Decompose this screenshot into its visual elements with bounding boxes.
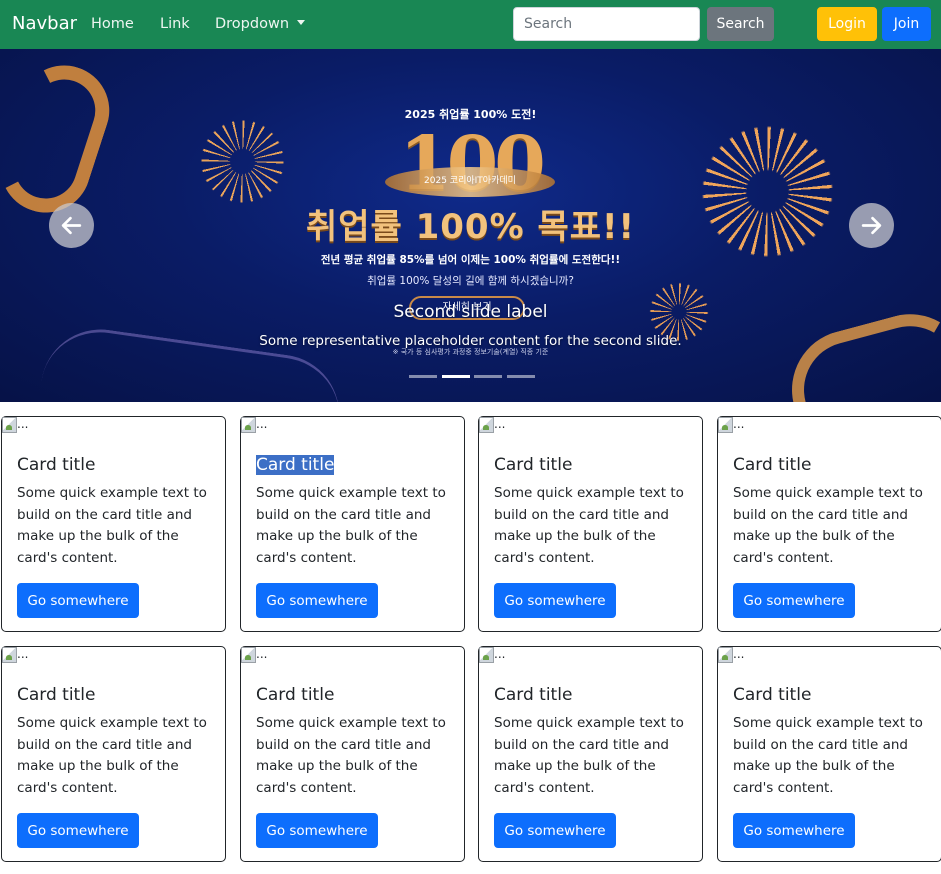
- caret-down-icon: [297, 20, 306, 25]
- card-image-broken: ...: [718, 417, 744, 437]
- carousel-indicator-active[interactable]: [442, 375, 470, 378]
- card-text: Some quick example text to build on the …: [17, 485, 207, 566]
- card-image-alt: ...: [733, 417, 745, 431]
- carousel-indicators: [409, 375, 535, 379]
- card-image-broken: ...: [479, 417, 505, 437]
- broken-image-icon: [2, 417, 17, 433]
- card-image-alt: ...: [17, 417, 29, 431]
- promo-headline: 취업률 100% 목표!!: [305, 207, 636, 247]
- login-button[interactable]: Login: [817, 7, 877, 41]
- card-image-broken: ...: [2, 417, 28, 437]
- card: ... Card title Some quick example text t…: [717, 646, 941, 862]
- card-title: Card title: [17, 455, 96, 475]
- search-button[interactable]: Search: [707, 7, 774, 41]
- broken-image-icon: [241, 417, 256, 433]
- broken-image-icon: [718, 417, 733, 433]
- nav-link-link[interactable]: Link: [160, 16, 190, 32]
- go-somewhere-button[interactable]: Go somewhere: [733, 813, 855, 848]
- card: ... Card title Some quick example text t…: [478, 416, 703, 632]
- arrow-right-icon: [861, 216, 882, 235]
- card-image-alt: ...: [494, 647, 506, 661]
- go-somewhere-button[interactable]: Go somewhere: [17, 813, 139, 848]
- nav-link-home[interactable]: Home: [91, 16, 134, 32]
- carousel-caption-title: Second slide label: [393, 302, 548, 322]
- card-title: Card title: [17, 685, 96, 705]
- carousel-indicator[interactable]: [474, 375, 502, 378]
- promo-line-2: 취업률 100% 달성의 길에 함께 하시겠습니까?: [367, 275, 574, 287]
- navbar: Navbar Home Link Dropdown Search Login J…: [0, 0, 941, 49]
- search-input[interactable]: [513, 7, 700, 41]
- card-text: Some quick example text to build on the …: [733, 485, 923, 566]
- carousel-caption-text: Some representative placeholder content …: [259, 333, 682, 349]
- card-image-broken: ...: [241, 647, 267, 667]
- card: ... Card title Some quick example text t…: [1, 646, 226, 862]
- card-image-alt: ...: [494, 417, 506, 431]
- card-text: Some quick example text to build on the …: [256, 715, 446, 796]
- nav-dropdown-label: Dropdown: [215, 16, 290, 32]
- card-text: Some quick example text to build on the …: [494, 485, 684, 566]
- card-title: Card title: [256, 685, 335, 705]
- go-somewhere-button[interactable]: Go somewhere: [256, 583, 378, 618]
- card-title: Card title: [733, 455, 812, 475]
- card-title: Card title: [494, 685, 573, 705]
- arrow-left-icon: [61, 216, 82, 235]
- card-image-alt: ...: [256, 647, 268, 661]
- card-image-alt: ...: [17, 647, 29, 661]
- carousel-indicator[interactable]: [507, 375, 535, 378]
- promo-line-1: 전년 평균 취업률 85%를 넘어 이제는 100% 취업률에 도전한다!!: [320, 254, 621, 266]
- card-text: Some quick example text to build on the …: [494, 715, 684, 796]
- card-image-alt: ...: [733, 647, 745, 661]
- card: ... Card title Some quick example text t…: [478, 646, 703, 862]
- card-image-broken: ...: [718, 647, 744, 667]
- broken-image-icon: [479, 647, 494, 663]
- go-somewhere-button[interactable]: Go somewhere: [733, 583, 855, 618]
- promo-top-text: 2025 취업률 100% 도전!: [404, 108, 537, 121]
- card: ... Card title Some quick example text t…: [240, 646, 465, 862]
- card-title: Card title: [494, 455, 573, 475]
- card-image-broken: ...: [241, 417, 267, 437]
- join-button[interactable]: Join: [882, 7, 931, 41]
- nav-dropdown-toggle[interactable]: Dropdown: [215, 16, 306, 32]
- card-text: Some quick example text to build on the …: [17, 715, 207, 796]
- go-somewhere-button[interactable]: Go somewhere: [256, 813, 378, 848]
- go-somewhere-button[interactable]: Go somewhere: [17, 583, 139, 618]
- broken-image-icon: [241, 647, 256, 663]
- card-image-alt: ...: [256, 417, 268, 431]
- broken-image-icon: [2, 647, 17, 663]
- card: ... Card title Some quick example text t…: [1, 416, 226, 632]
- card-text: Some quick example text to build on the …: [733, 715, 923, 796]
- carousel-next-button[interactable]: [849, 203, 894, 248]
- promo-ribbon-text: 2025 코리아IT아카데미: [424, 176, 516, 186]
- go-somewhere-button[interactable]: Go somewhere: [494, 813, 616, 848]
- card-title: Card title: [733, 685, 812, 705]
- go-somewhere-button[interactable]: Go somewhere: [494, 583, 616, 618]
- carousel-prev-button[interactable]: [49, 203, 94, 248]
- broken-image-icon: [479, 417, 494, 433]
- card-image-broken: ...: [2, 647, 28, 667]
- card: ... Card title Some quick example text t…: [240, 416, 465, 632]
- card-text: Some quick example text to build on the …: [256, 485, 446, 566]
- card-title-selected: Card title: [256, 455, 335, 475]
- card-image-broken: ...: [479, 647, 505, 667]
- carousel-indicator[interactable]: [409, 375, 437, 378]
- navbar-brand[interactable]: Navbar: [12, 13, 77, 34]
- carousel: 2025 취업률 100% 도전! 100 2025 코리아IT아카데미 취업률…: [0, 49, 941, 402]
- broken-image-icon: [718, 647, 733, 663]
- card: ... Card title Some quick example text t…: [717, 416, 941, 632]
